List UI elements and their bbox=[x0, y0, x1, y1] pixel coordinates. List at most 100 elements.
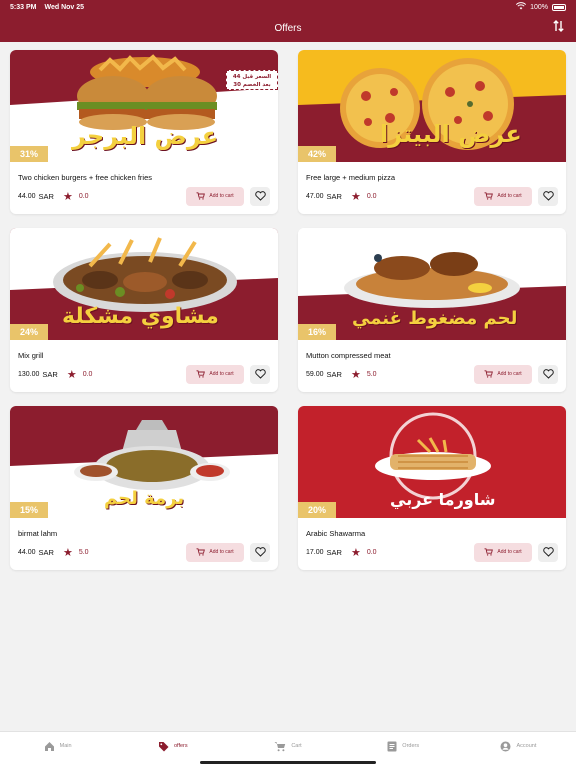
favorite-button[interactable] bbox=[250, 186, 270, 206]
favorite-button[interactable] bbox=[538, 364, 558, 384]
battery-level: 100% bbox=[530, 3, 548, 11]
tag-icon bbox=[158, 741, 169, 751]
star-icon: ★ bbox=[62, 190, 73, 203]
tab-label: Account bbox=[516, 743, 537, 749]
burger-image bbox=[77, 54, 217, 130]
home-indicator[interactable] bbox=[200, 761, 376, 764]
heart-icon bbox=[542, 369, 554, 379]
account-icon bbox=[500, 741, 511, 751]
offer-currency: SAR bbox=[38, 191, 54, 201]
mutton-rice-image bbox=[344, 252, 520, 308]
offer-rating: 0.0 bbox=[366, 548, 377, 556]
tab-label: Cart bbox=[291, 743, 302, 749]
add-to-cart-button[interactable]: Add to cart bbox=[474, 186, 532, 206]
offer-name: Mutton compressed meat bbox=[306, 351, 391, 360]
status-date: Wed Nov 25 bbox=[44, 3, 85, 11]
cart-plus-icon bbox=[196, 548, 206, 556]
offer-card[interactable]: السعر قبل 44 بعد الخصم 30 عرض البرجر 31%… bbox=[10, 50, 278, 214]
offer-price: 17.00 bbox=[306, 548, 324, 556]
offer-currency: SAR bbox=[326, 547, 342, 557]
offer-currency: SAR bbox=[38, 547, 54, 557]
favorite-button[interactable] bbox=[538, 186, 558, 206]
offer-name: Arabic Shawarma bbox=[306, 529, 366, 538]
star-icon: ★ bbox=[350, 368, 361, 381]
cart-icon bbox=[274, 741, 286, 751]
offer-currency: SAR bbox=[326, 369, 342, 379]
battery-icon bbox=[552, 3, 566, 11]
add-to-cart-label: Add to cart bbox=[209, 371, 234, 377]
discount-badge: 42% bbox=[298, 146, 336, 162]
add-to-cart-label: Add to cart bbox=[497, 371, 522, 377]
offers-grid: السعر قبل 44 بعد الخصم 30 عرض البرجر 31%… bbox=[10, 50, 566, 570]
price-after-label: بعد الخصم 30 bbox=[233, 82, 271, 88]
add-to-cart-label: Add to cart bbox=[497, 193, 522, 199]
offer-image: برمة لحم 15% bbox=[10, 406, 278, 518]
offer-rating: 5.0 bbox=[78, 548, 89, 556]
heart-icon bbox=[542, 547, 554, 557]
offer-card[interactable]: مشاوي مشكلة 24% Mix grill 130.00 SAR ★ 0… bbox=[10, 228, 278, 392]
add-to-cart-label: Add to cart bbox=[497, 549, 522, 555]
discount-badge: 24% bbox=[10, 324, 48, 340]
offer-card[interactable]: لحم مضغوط غنمي 16% Mutton compressed mea… bbox=[298, 228, 566, 392]
heart-icon bbox=[254, 369, 266, 379]
price-before-label: السعر قبل 44 bbox=[232, 74, 272, 80]
offer-price: 130.00 bbox=[18, 370, 40, 378]
offer-footer: 44.00 SAR ★ 0.0 Add to cart bbox=[18, 186, 270, 206]
offer-name: Mix grill bbox=[18, 351, 44, 360]
add-to-cart-button[interactable]: Add to cart bbox=[474, 542, 532, 562]
banner-text: برمة لحم bbox=[104, 488, 185, 509]
star-icon: ★ bbox=[66, 368, 77, 381]
wifi-icon bbox=[516, 2, 527, 12]
offer-name: Two chicken burgers + free chicken fries bbox=[18, 173, 153, 182]
offer-name: birmat lahm bbox=[18, 529, 58, 538]
status-time: 5:33 PM bbox=[10, 3, 37, 11]
price-sticker: السعر قبل 44 بعد الخصم 30 bbox=[226, 70, 278, 90]
tab-main[interactable]: Main bbox=[0, 732, 115, 768]
cart-plus-icon bbox=[196, 370, 206, 378]
offer-footer: 17.00 SAR ★ 0.0 Add to cart bbox=[306, 542, 558, 562]
offer-footer: 44.00 SAR ★ 5.0 Add to cart bbox=[18, 542, 270, 562]
heart-icon bbox=[254, 547, 266, 557]
discount-badge: 16% bbox=[298, 324, 336, 340]
offer-footer: 130.00 SAR ★ 0.0 Add to cart bbox=[18, 364, 270, 384]
add-to-cart-label: Add to cart bbox=[209, 193, 234, 199]
offer-footer: 47.00 SAR ★ 0.0 Add to cart bbox=[306, 186, 558, 206]
add-to-cart-label: Add to cart bbox=[209, 549, 234, 555]
sort-button[interactable] bbox=[553, 20, 564, 35]
favorite-button[interactable] bbox=[250, 364, 270, 384]
star-icon: ★ bbox=[62, 546, 73, 559]
offer-card[interactable]: شاورما عربي 20% Arabic Shawarma 17.00 SA… bbox=[298, 406, 566, 570]
offer-currency: SAR bbox=[42, 369, 58, 379]
offer-image: لحم مضغوط غنمي 16% bbox=[298, 228, 566, 340]
offer-image: عرض البيتزا 42% bbox=[298, 50, 566, 162]
offer-price: 44.00 bbox=[18, 548, 36, 556]
add-to-cart-button[interactable]: Add to cart bbox=[186, 364, 244, 384]
add-to-cart-button[interactable]: Add to cart bbox=[186, 186, 244, 206]
offer-card[interactable]: عرض البيتزا 42% Free large + medium pizz… bbox=[298, 50, 566, 214]
cart-plus-icon bbox=[484, 548, 494, 556]
discount-badge: 15% bbox=[10, 502, 48, 518]
discount-badge: 20% bbox=[298, 502, 336, 518]
banner-text: عرض البرجر bbox=[72, 122, 219, 150]
favorite-button[interactable] bbox=[538, 542, 558, 562]
banner-text: شاورما عربي bbox=[390, 490, 496, 509]
favorite-button[interactable] bbox=[250, 542, 270, 562]
tab-account[interactable]: Account bbox=[461, 732, 576, 768]
banner-text: لحم مضغوط غنمي bbox=[352, 308, 518, 329]
tab-label: Orders bbox=[402, 743, 420, 749]
offer-card[interactable]: برمة لحم 15% birmat lahm 44.00 SAR ★ 5.0… bbox=[10, 406, 278, 570]
offer-name: Free large + medium pizza bbox=[306, 173, 395, 182]
offer-rating: 5.0 bbox=[366, 370, 377, 378]
add-to-cart-button[interactable]: Add to cart bbox=[186, 542, 244, 562]
cart-plus-icon bbox=[484, 370, 494, 378]
cart-plus-icon bbox=[196, 192, 206, 200]
add-to-cart-button[interactable]: Add to cart bbox=[474, 364, 532, 384]
sort-arrows-icon bbox=[553, 20, 564, 32]
discount-badge: 31% bbox=[10, 146, 48, 162]
tab-label: Main bbox=[59, 743, 72, 749]
offer-price: 59.00 bbox=[306, 370, 324, 378]
star-icon: ★ bbox=[350, 546, 361, 559]
page-title: Offers bbox=[274, 22, 302, 34]
offer-price: 47.00 bbox=[306, 192, 324, 200]
tab-label: offers bbox=[173, 743, 188, 749]
